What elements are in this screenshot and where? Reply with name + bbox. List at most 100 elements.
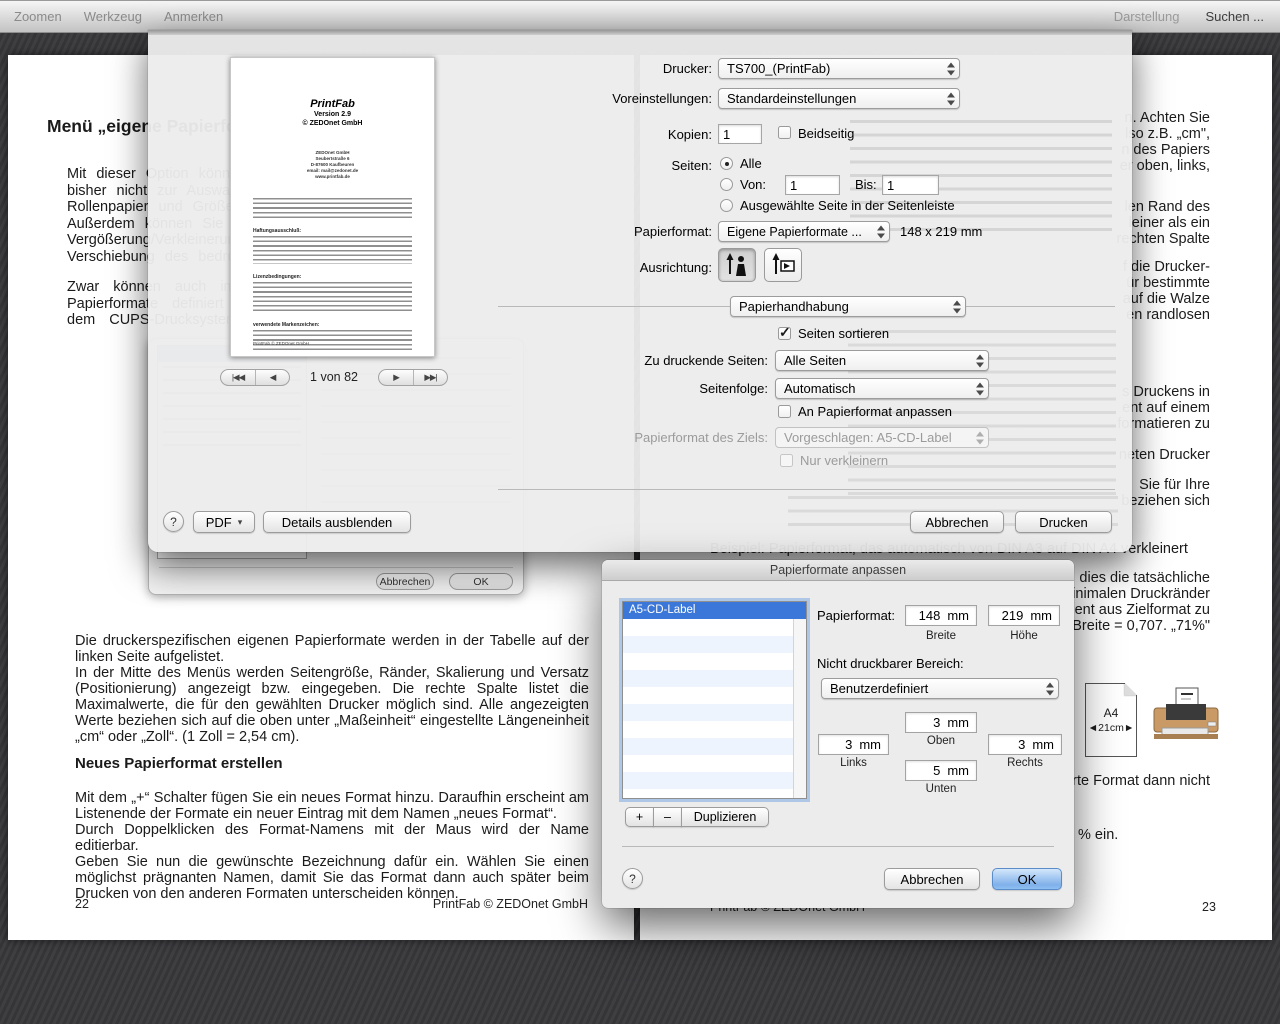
abbrechen-button[interactable]: Abbrechen xyxy=(910,511,1004,533)
remove-format-button[interactable]: – xyxy=(653,807,682,827)
page-fold-icon xyxy=(1125,683,1137,695)
stepper-icon xyxy=(975,431,984,444)
ziel-popup[interactable]: Vorgeschlagen: A5-CD-Label xyxy=(775,427,989,448)
list-scrollbar[interactable] xyxy=(793,619,806,798)
page-footer: PrintFab © ZEDOnet GmbH xyxy=(308,897,588,911)
menu-suchen[interactable]: Suchen ... xyxy=(1205,9,1264,24)
stepper-icon xyxy=(946,92,955,105)
portrait-orientation-button[interactable] xyxy=(718,248,756,282)
dialog-titlebar[interactable]: Papierformate anpassen xyxy=(602,560,1074,581)
ausrichtung-label: Ausrichtung: xyxy=(492,260,712,275)
duplizieren-button[interactable]: Duplizieren xyxy=(681,807,769,827)
print-preview: PrintFab Version 2.9 © ZEDOnet GmbH ZEDO… xyxy=(230,57,435,357)
seitenfolge-popup[interactable]: Automatisch xyxy=(775,378,989,399)
preview-nav-forward: ▶ ▶▶| xyxy=(378,369,448,386)
landscape-orientation-button[interactable] xyxy=(764,248,802,282)
rechts-label: Rechts xyxy=(988,757,1062,769)
bereich-label: Nicht druckbarer Bereich: xyxy=(817,656,964,671)
anpassen-checkbox[interactable] xyxy=(778,405,791,418)
stepper-icon xyxy=(876,225,885,238)
links-label: Links xyxy=(818,757,889,769)
drucker-popup[interactable]: TS700_(PrintFab) xyxy=(718,58,960,79)
menu-werkzeug[interactable]: Werkzeug xyxy=(84,9,142,24)
text-fragment: f die Drucker-ür bestimmte auf die Walze… xyxy=(1123,259,1210,323)
help-button[interactable]: ? xyxy=(622,868,643,889)
bereich-popup[interactable]: Benutzerdefiniert xyxy=(821,678,1059,699)
text-fragment: n. Achten Sielso z.B. „cm", n des Papier… xyxy=(1120,110,1210,174)
stepper-icon xyxy=(975,354,984,367)
text-fragment: Sie für Ihrebeziehen sich xyxy=(1121,477,1210,509)
alle-label: Alle xyxy=(740,156,762,171)
stepper-icon xyxy=(975,382,984,395)
von-label: Von: xyxy=(740,177,766,192)
add-format-button[interactable]: + xyxy=(625,807,654,827)
seiten-sortieren-checkbox[interactable] xyxy=(778,327,791,340)
abbrechen-button[interactable]: Abbrechen xyxy=(884,868,980,890)
last-page-button[interactable]: ▶▶| xyxy=(413,370,447,385)
divider xyxy=(498,489,1115,490)
screen: Zoomen Werkzeug Anmerken Darstellung Suc… xyxy=(0,0,1280,1024)
details-ausblenden-button[interactable]: Details ausblenden xyxy=(263,511,411,533)
format-list-selected-row[interactable]: A5-CD-Label xyxy=(623,602,806,619)
embedded-ok-button: OK xyxy=(449,573,513,590)
seiten-label: Seiten: xyxy=(492,158,712,173)
stepper-icon xyxy=(1045,682,1054,695)
beidseitig-checkbox[interactable] xyxy=(778,126,791,139)
bis-label: Bis: xyxy=(855,177,877,192)
bis-input[interactable] xyxy=(882,175,939,195)
von-radio[interactable] xyxy=(720,178,733,191)
zu-druckende-label: Zu druckende Seiten: xyxy=(548,353,768,368)
menu-anmerken[interactable]: Anmerken xyxy=(164,9,223,24)
menu-darstellung[interactable]: Darstellung xyxy=(1114,9,1180,24)
page-position: 1 von 82 xyxy=(298,370,370,384)
ausgewaehlte-radio[interactable] xyxy=(720,199,733,212)
text-fragment: neten Drucker xyxy=(1119,447,1210,463)
paragraph: Mit dem „+“ Schalter fügen Sie ein neues… xyxy=(75,790,589,902)
preview-text-block xyxy=(253,282,412,312)
hoehe-input[interactable]: 219 mm xyxy=(988,605,1060,626)
divider xyxy=(159,567,513,568)
text-fragment: ierte Format dann nicht xyxy=(1061,773,1210,789)
dialog-title: Papierformate anpassen xyxy=(770,563,906,577)
nur-verkleinern-checkbox[interactable] xyxy=(780,454,793,467)
papierformat-label: Papierformat: xyxy=(492,224,712,239)
voreinstellungen-popup[interactable]: Standardeinstellungen xyxy=(718,88,960,109)
format-list-rows xyxy=(623,619,793,798)
links-input[interactable]: 3 mm xyxy=(818,734,889,755)
portrait-icon xyxy=(724,252,750,278)
landscape-icon xyxy=(770,252,796,278)
chevron-down-icon: ▾ xyxy=(238,517,243,528)
ziel-label: Papierformat des Ziels: xyxy=(548,430,768,445)
breite-input[interactable]: 148 mm xyxy=(905,605,977,626)
oben-label: Oben xyxy=(905,735,977,747)
preview-text-block xyxy=(253,198,412,218)
papierformat-label: Papierformat: xyxy=(817,608,895,623)
drucken-button[interactable]: Drucken xyxy=(1015,511,1112,533)
prev-page-button[interactable]: ◀ xyxy=(255,370,289,385)
help-button[interactable]: ? xyxy=(163,511,184,532)
voreinstellungen-label: Voreinstellungen: xyxy=(492,91,712,106)
section-popup[interactable]: Papierhandhabung xyxy=(730,296,966,317)
breite-label: Breite xyxy=(905,630,977,642)
alle-radio[interactable] xyxy=(720,157,733,170)
pdf-menu-button[interactable]: PDF ▾ xyxy=(193,511,255,533)
format-list[interactable]: A5-CD-Label xyxy=(622,601,807,799)
preview-title: PrintFab xyxy=(231,98,434,110)
rechts-input[interactable]: 3 mm xyxy=(988,734,1062,755)
paper-size-note: 148 x 219 mm xyxy=(900,224,982,239)
unten-input[interactable]: 5 mm xyxy=(905,760,977,781)
kopien-label: Kopien: xyxy=(492,127,712,142)
von-input[interactable] xyxy=(785,175,840,195)
next-page-button[interactable]: ▶ xyxy=(379,370,413,385)
papierformat-popup[interactable]: Eigene Papierformate ... xyxy=(718,221,890,242)
nur-verkleinern-label: Nur verkleinern xyxy=(800,453,888,468)
oben-input[interactable]: 3 mm xyxy=(905,712,977,733)
sheet-top-edge xyxy=(148,30,1132,35)
menu-zoomen[interactable]: Zoomen xyxy=(14,9,62,24)
unten-label: Unten xyxy=(905,783,977,795)
kopien-input[interactable] xyxy=(718,124,762,144)
ok-button[interactable]: OK xyxy=(992,868,1062,890)
first-page-button[interactable]: |◀◀ xyxy=(221,370,255,385)
zu-druckende-popup[interactable]: Alle Seiten xyxy=(775,350,989,371)
ausgewaehlte-label: Ausgewählte Seite in der Seitenleiste xyxy=(740,198,955,213)
